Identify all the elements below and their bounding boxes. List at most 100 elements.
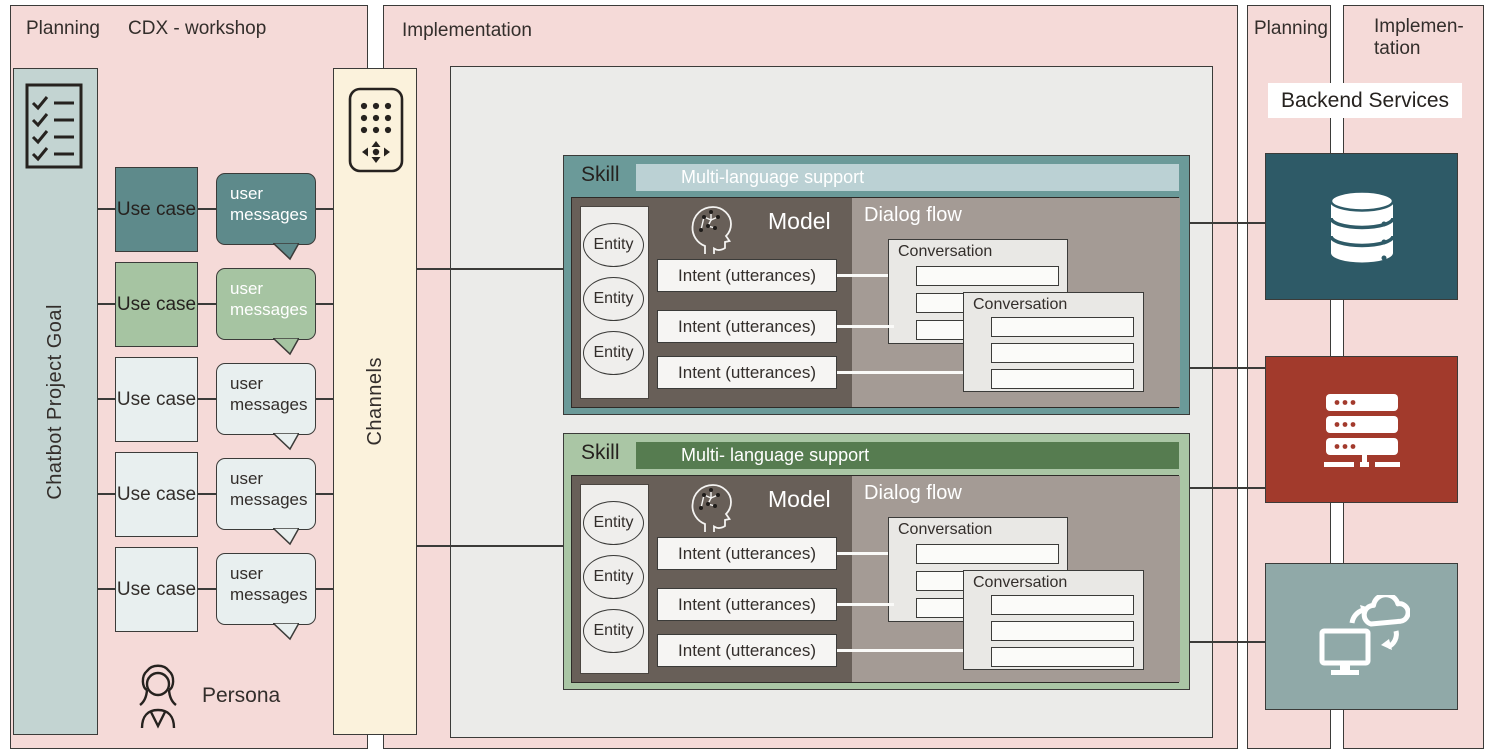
- connector-line: [316, 493, 333, 495]
- left-planning-label: Planning: [26, 18, 100, 40]
- connector-line: [198, 398, 216, 400]
- backend-connector-line: [1190, 222, 1265, 224]
- use-case-box: Use case: [115, 167, 198, 252]
- use-case-label: Use case: [117, 389, 196, 411]
- dialog-flow-label: Dialog flow: [864, 482, 962, 505]
- intent-connector-line: [837, 603, 894, 606]
- intent-box: Intent (utterances): [657, 356, 837, 389]
- connector-line: [98, 303, 115, 305]
- cdx-workshop-label: CDX - workshop: [128, 18, 266, 40]
- bubble-tail: [273, 338, 299, 356]
- use-case-box: Use case: [115, 452, 198, 537]
- chatbot-project-goal-bar: Chatbot Project Goal: [13, 68, 98, 735]
- use-case-label: Use case: [117, 484, 196, 506]
- intent-box: Intent (utterances): [657, 537, 837, 570]
- entity-oval: Entity: [583, 223, 644, 267]
- connector-line: [98, 398, 115, 400]
- conversation-row: [916, 266, 1059, 286]
- connector-line: [316, 588, 333, 590]
- checklist-icon: [24, 82, 84, 170]
- bubble-tail: [273, 243, 299, 261]
- model-brain-icon: [684, 202, 738, 256]
- connector-line-channels-skill1: [417, 268, 563, 270]
- intent-box: Intent (utterances): [657, 634, 837, 667]
- implementation-label: Implementation: [402, 20, 532, 42]
- user-messages-bubble: user messages: [216, 268, 316, 340]
- conversation-row: [991, 317, 1134, 337]
- use-case-box: Use case: [115, 547, 198, 632]
- connector-line: [98, 208, 115, 210]
- backend-services-title: Backend Services: [1268, 83, 1462, 118]
- keypad-icon: [347, 86, 405, 174]
- entity-panel: Entity Entity Entity: [580, 206, 649, 399]
- conversation-title: Conversation: [973, 296, 1067, 314]
- cloud-sync-icon: [1314, 595, 1410, 679]
- intent-connector-line: [837, 552, 888, 555]
- conversation-title: Conversation: [973, 574, 1067, 592]
- bubble-tail: [273, 623, 299, 641]
- intent-connector-line: [837, 649, 963, 652]
- model-box: Entity Entity Entity Model Intent (utter…: [571, 197, 1179, 408]
- connector-line: [98, 588, 115, 590]
- use-case-box: Use case: [115, 262, 198, 347]
- bubble-text: user messages: [230, 374, 307, 414]
- conversation-row: [991, 647, 1134, 667]
- connector-line-channels-skill2: [417, 545, 563, 547]
- connector-line: [198, 493, 216, 495]
- use-case-label: Use case: [117, 199, 196, 221]
- goal-bar-label: Chatbot Project Goal: [44, 304, 67, 500]
- connector-line: [198, 303, 216, 305]
- intent-connector-line: [837, 371, 963, 374]
- model-brain-icon: [684, 480, 738, 534]
- cloud-box: [1265, 563, 1458, 710]
- conversation-row: [916, 544, 1059, 564]
- entity-oval: Entity: [583, 331, 644, 375]
- channels-bar: Channels: [333, 68, 417, 735]
- dialog-flow-panel: Dialog flow Conversation Conversation: [852, 198, 1180, 407]
- model-label: Model: [768, 208, 831, 235]
- persona-label: Persona: [202, 684, 280, 708]
- use-case-label: Use case: [117, 294, 196, 316]
- skill-label: Skill: [581, 163, 620, 187]
- backend-connector-line: [1190, 367, 1265, 369]
- server-rack-icon: [1318, 390, 1406, 470]
- bubble-text: user messages: [230, 279, 307, 319]
- connector-line: [316, 303, 333, 305]
- connector-line: [198, 588, 216, 590]
- user-messages-bubble: user messages: [216, 173, 316, 245]
- entity-oval: Entity: [583, 277, 644, 321]
- intent-connector-line: [837, 325, 894, 328]
- conversation-row: [991, 595, 1134, 615]
- multilanguage-banner: Multi- language support: [636, 442, 1179, 469]
- dialog-flow-label: Dialog flow: [864, 204, 962, 227]
- right-planning-label: Planning: [1254, 18, 1328, 40]
- conversation-row: [991, 343, 1134, 363]
- right-implementation-label-line2: tation: [1374, 38, 1420, 60]
- conversation-box: Conversation: [963, 570, 1144, 670]
- multilanguage-banner: Multi-language support: [636, 164, 1179, 191]
- channels-label: Channels: [364, 357, 387, 446]
- connector-line: [316, 208, 333, 210]
- entity-oval: Entity: [583, 609, 644, 653]
- bubble-tail: [273, 433, 299, 451]
- connector-line: [98, 493, 115, 495]
- entity-panel: Entity Entity Entity: [580, 484, 649, 674]
- persona-icon: [131, 662, 185, 730]
- backend-connector-line: [1190, 487, 1265, 489]
- user-messages-bubble: user messages: [216, 553, 316, 625]
- conversation-box: Conversation: [963, 292, 1144, 392]
- model-box: Entity Entity Entity Model Intent (utter…: [571, 475, 1179, 683]
- diagram-canvas: Planning CDX - workshop Implementation P…: [0, 0, 1489, 754]
- connector-line: [198, 208, 216, 210]
- conversation-title: Conversation: [898, 521, 992, 539]
- use-case-box: Use case: [115, 357, 198, 442]
- intent-box: Intent (utterances): [657, 588, 837, 621]
- conversation-row: [991, 369, 1134, 389]
- conversation-row: [991, 621, 1134, 641]
- intent-box: Intent (utterances): [657, 310, 837, 343]
- bubble-text: user messages: [230, 564, 307, 604]
- intent-box: Intent (utterances): [657, 259, 837, 292]
- entity-oval: Entity: [583, 555, 644, 599]
- intent-connector-line: [837, 274, 888, 277]
- database-box: [1265, 153, 1458, 300]
